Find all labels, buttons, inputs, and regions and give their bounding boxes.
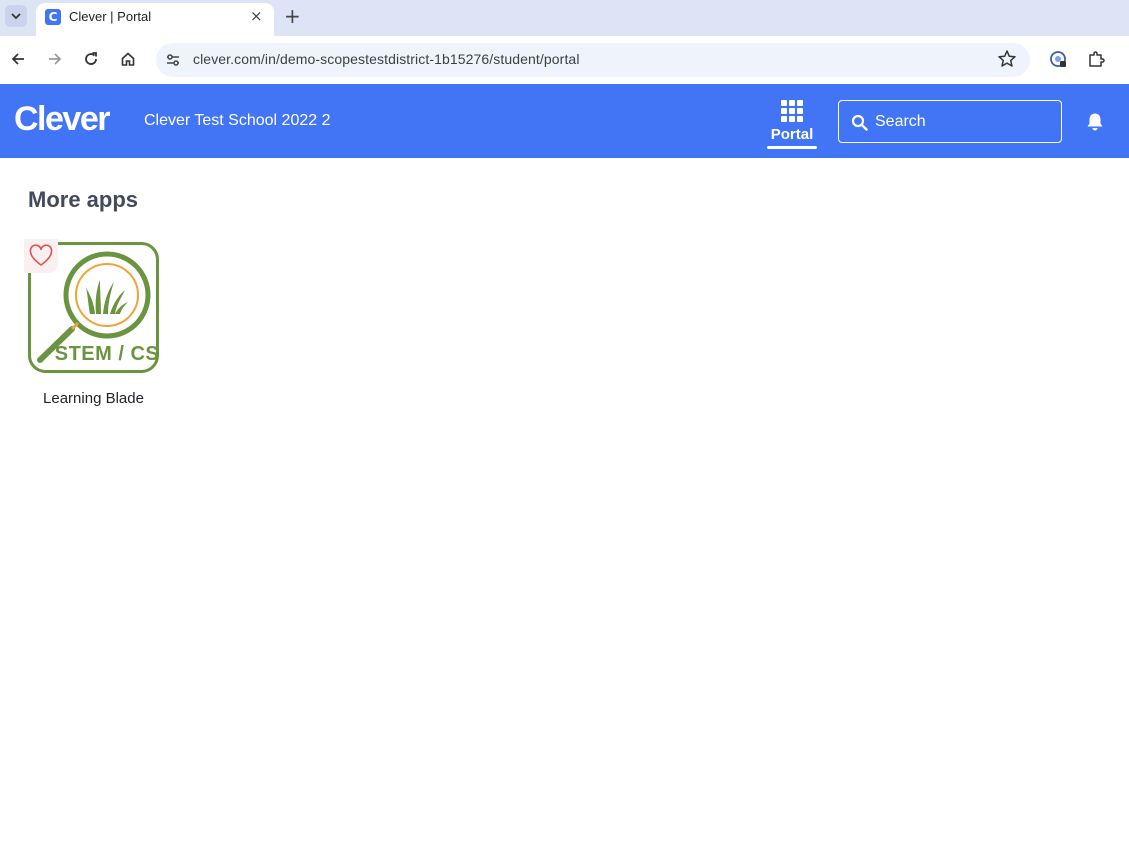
browser-tabstrip: C Clever | Portal × + bbox=[0, 0, 1129, 36]
app-icon-text: STEM / CS bbox=[55, 343, 159, 365]
browser-toolbar: clever.com/in/demo-scopestestdistrict-1b… bbox=[0, 36, 1129, 84]
clever-logo[interactable]: Clever bbox=[14, 100, 110, 139]
back-icon[interactable] bbox=[7, 48, 29, 70]
nav-portal-label: Portal bbox=[770, 126, 814, 143]
extensions-puzzle-icon[interactable] bbox=[1085, 48, 1107, 70]
tab-close-icon[interactable]: × bbox=[250, 8, 263, 24]
section-title: More apps bbox=[28, 187, 139, 212]
search-placeholder: Search bbox=[875, 113, 926, 130]
app-tile-learning-blade[interactable]: STEM / CS Learning Blade bbox=[24, 239, 160, 412]
favorite-heart-icon[interactable] bbox=[24, 239, 58, 273]
app-header: Clever Clever Test School 2022 2 Portal … bbox=[0, 84, 1129, 158]
home-icon[interactable] bbox=[117, 48, 139, 70]
bookmark-star-icon[interactable] bbox=[997, 49, 1017, 69]
extension-account-icon[interactable] bbox=[1047, 48, 1069, 70]
nav-active-indicator bbox=[767, 146, 817, 149]
tab-title: Clever | Portal bbox=[69, 9, 152, 24]
browser-tab[interactable]: C Clever | Portal × bbox=[36, 3, 274, 36]
address-bar[interactable]: clever.com/in/demo-scopestestdistrict-1b… bbox=[156, 43, 1030, 77]
clever-favicon-icon: C bbox=[45, 9, 61, 25]
search-icon bbox=[851, 114, 868, 131]
reload-icon[interactable] bbox=[80, 48, 102, 70]
apps-grid-icon bbox=[781, 100, 803, 122]
school-name: Clever Test School 2022 2 bbox=[144, 112, 331, 129]
search-input[interactable]: Search bbox=[838, 100, 1062, 143]
nav-portal[interactable]: Portal bbox=[766, 100, 818, 150]
address-url[interactable]: clever.com/in/demo-scopestestdistrict-1b… bbox=[193, 51, 580, 67]
notification-bell-icon[interactable] bbox=[1086, 112, 1104, 132]
site-info-icon[interactable] bbox=[164, 51, 182, 69]
app-name-label[interactable]: Learning Blade bbox=[28, 390, 159, 407]
tab-search-icon[interactable] bbox=[5, 5, 27, 27]
forward-icon[interactable] bbox=[44, 48, 66, 70]
new-tab-icon[interactable]: + bbox=[284, 4, 301, 28]
